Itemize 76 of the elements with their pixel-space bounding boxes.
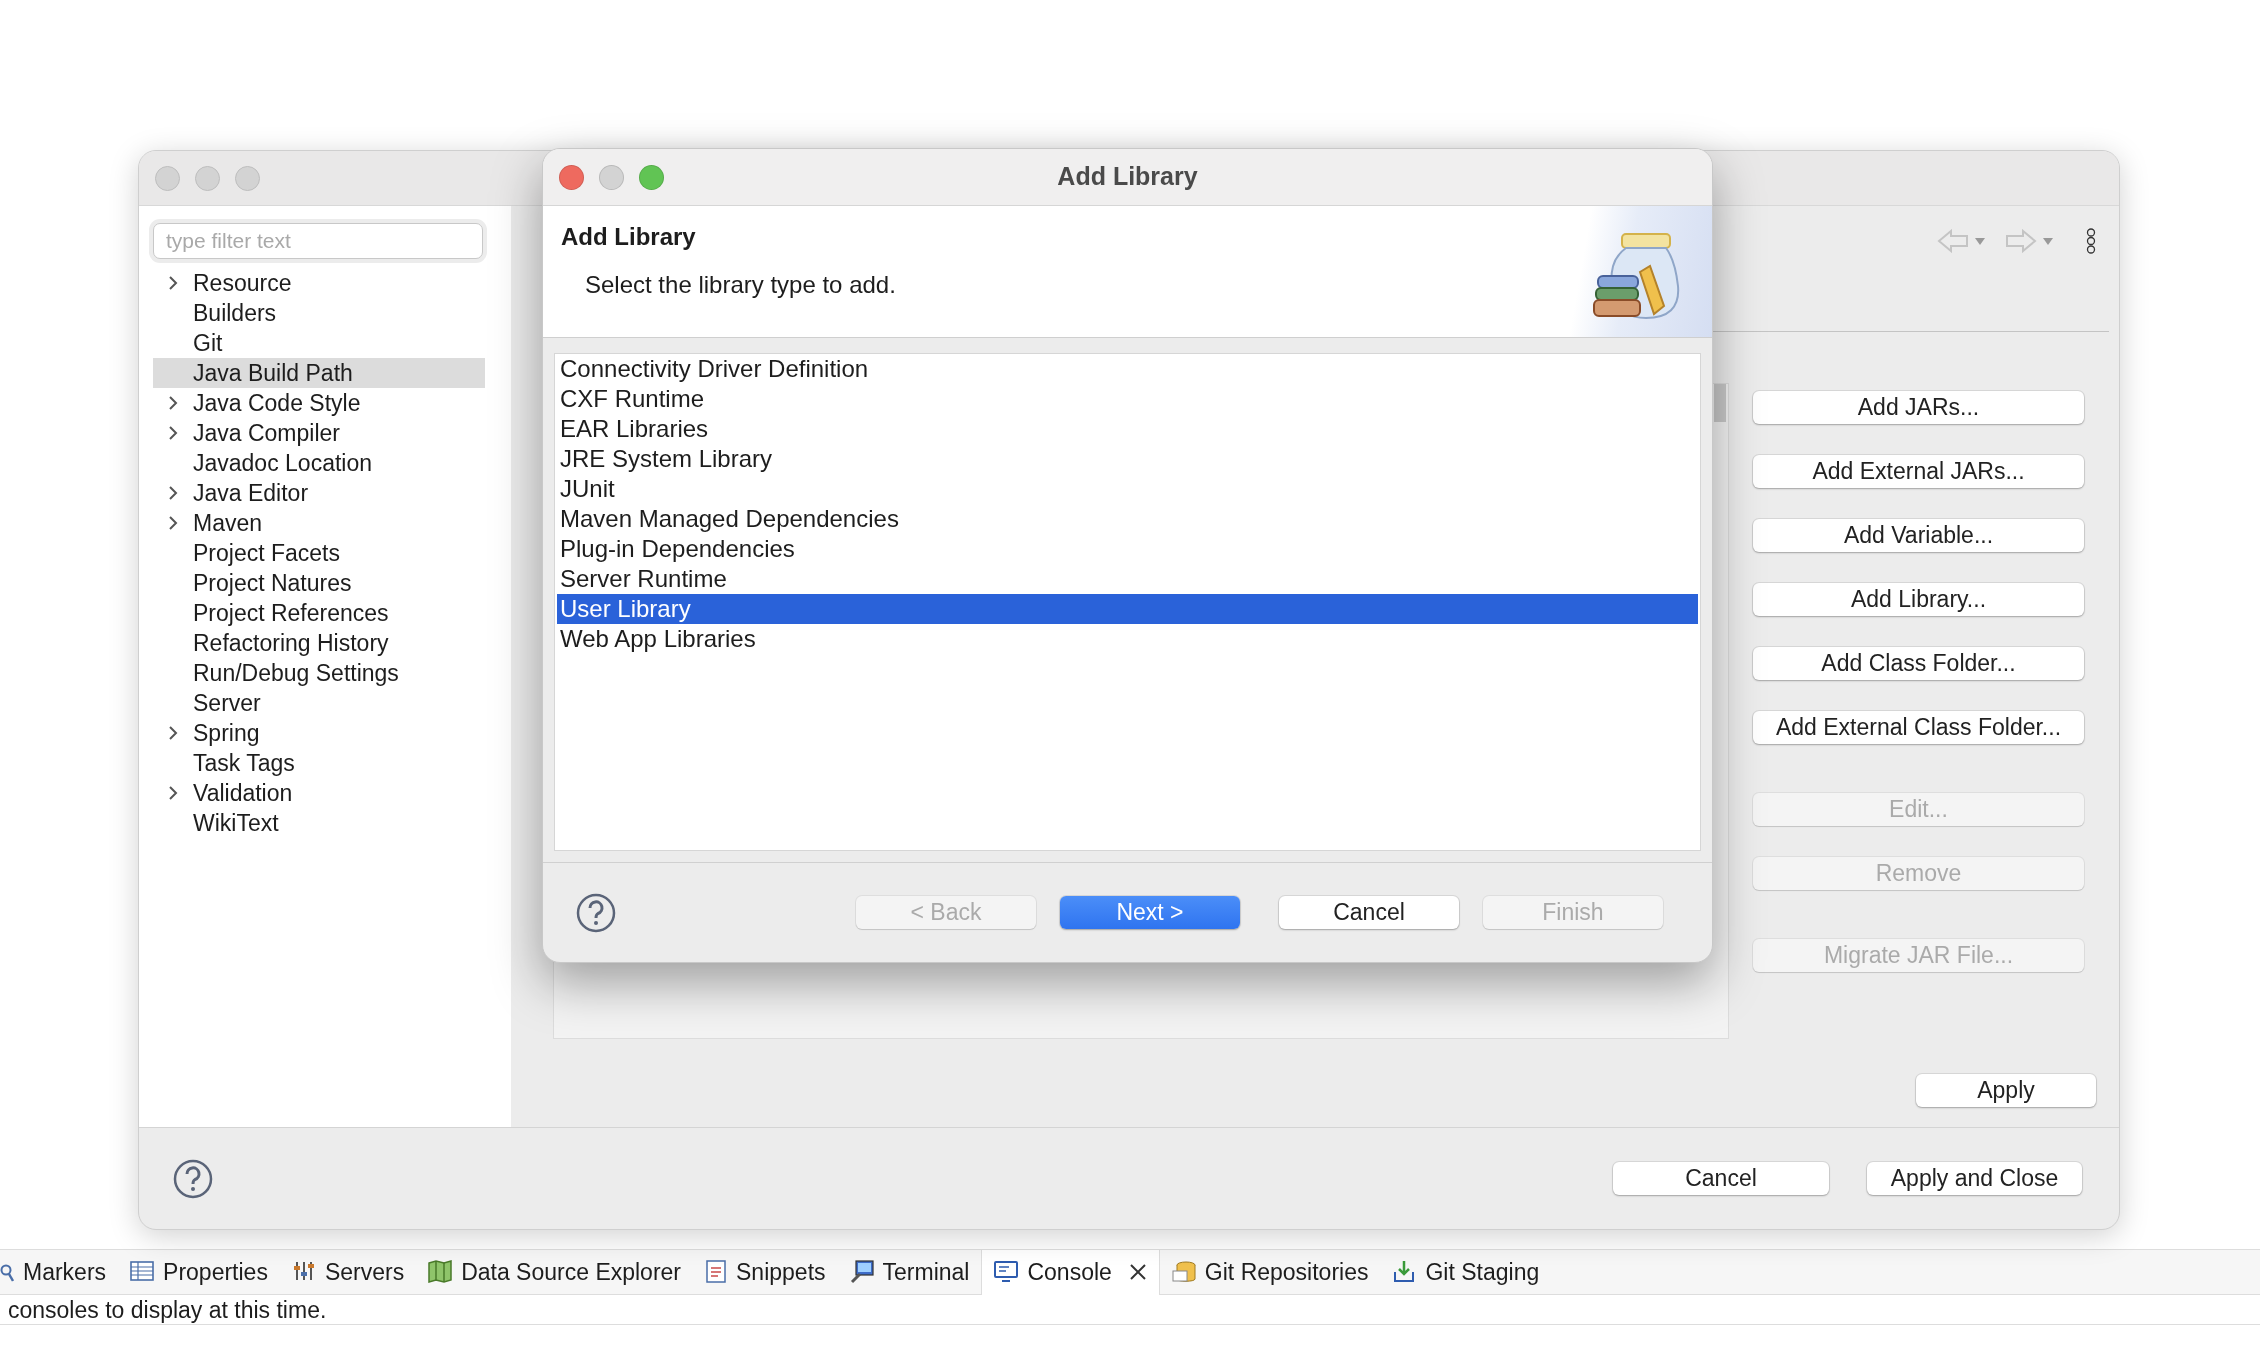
side-button[interactable]: Add External Class Folder... [1753, 711, 2084, 744]
filter-field[interactable]: type filter text [153, 223, 483, 259]
tree-item[interactable]: Project Natures [153, 568, 485, 598]
list-item[interactable]: Maven Managed Dependencies [557, 504, 1698, 534]
list-item[interactable]: Web App Libraries [557, 624, 1698, 654]
menu-icon[interactable] [2085, 228, 2097, 254]
apply-and-close-button[interactable]: Apply and Close [1867, 1162, 2082, 1195]
cancel-button[interactable]: Cancel [1613, 1162, 1829, 1195]
tree-item[interactable]: Project Facets [153, 538, 485, 568]
list-item[interactable]: CXF Runtime [557, 384, 1698, 414]
help-icon[interactable] [576, 892, 616, 933]
document-icon [705, 1260, 728, 1284]
tree-item[interactable]: Java Code Style [153, 388, 485, 418]
tree-item[interactable]: Java Editor [153, 478, 485, 508]
list-item[interactable]: EAR Libraries [557, 414, 1698, 444]
view-tab[interactable]: Snippets [693, 1249, 838, 1295]
dialog-description: Select the library type to add. [585, 270, 896, 300]
view-tab[interactable]: Markers [0, 1249, 119, 1295]
list-item[interactable]: Connectivity Driver Definition [557, 354, 1698, 384]
tree-item[interactable]: Refactoring History [153, 628, 485, 658]
database-icon [1171, 1260, 1196, 1284]
tree-item[interactable]: Java Compiler [153, 418, 485, 448]
books-jar-icon [1592, 232, 1682, 322]
side-button[interactable]: Add JARs... [1753, 391, 2084, 424]
tree-item[interactable]: Validation [153, 778, 485, 808]
view-tab[interactable]: Data Source Explorer [416, 1249, 694, 1295]
list-item[interactable]: Plug-in Dependencies [557, 534, 1698, 564]
view-tab[interactable]: Console [981, 1249, 1160, 1295]
terminal-icon [849, 1260, 874, 1284]
list-item[interactable]: Server Runtime [557, 564, 1698, 594]
monitor-icon [994, 1260, 1019, 1284]
magnifier-icon [0, 1262, 14, 1282]
tree-item[interactable]: Server [153, 688, 485, 718]
apply-button[interactable]: Apply [1916, 1074, 2096, 1107]
view-tab[interactable]: Terminal [837, 1249, 982, 1295]
tree-item[interactable]: WikiText [153, 808, 485, 838]
side-button[interactable]: Add Library... [1753, 583, 2084, 616]
close-icon[interactable] [1128, 1263, 1147, 1281]
tree-item[interactable]: Builders [153, 298, 485, 328]
view-tab[interactable]: Git Staging [1380, 1249, 1552, 1295]
list-item[interactable]: JUnit [557, 474, 1698, 504]
map-icon [428, 1260, 453, 1284]
chevron-right-icon[interactable] [168, 485, 178, 501]
view-tab[interactable]: Properties [118, 1249, 280, 1295]
dialog-title: Add Library [1056, 161, 1199, 193]
view-tab[interactable]: Servers [279, 1249, 417, 1295]
close-button[interactable] [559, 164, 584, 190]
list-item[interactable]: User Library [557, 594, 1698, 624]
side-button[interactable]: Add Variable... [1753, 519, 2084, 552]
dialog-heading: Add Library [561, 222, 697, 252]
tree-item[interactable]: Task Tags [153, 748, 485, 778]
console-message: consoles to display at this time. [0, 1295, 2260, 1325]
chevron-right-icon[interactable] [168, 395, 178, 411]
chevron-right-icon[interactable] [168, 725, 178, 741]
chevron-right-icon[interactable] [168, 425, 178, 441]
tree-item[interactable]: Javadoc Location [153, 448, 485, 478]
view-tab[interactable]: Git Repositories [1159, 1249, 1381, 1295]
list-item[interactable]: JRE System Library [557, 444, 1698, 474]
side-button[interactable]: Add Class Folder... [1753, 647, 2084, 680]
help-icon[interactable] [173, 1158, 213, 1199]
tree-item[interactable]: Spring [153, 718, 485, 748]
chevron-right-icon[interactable] [168, 785, 178, 801]
scrollbar-thumb[interactable] [1714, 384, 1726, 422]
tree-item[interactable]: Project References [153, 598, 485, 628]
tree-item[interactable]: Java Build Path [153, 358, 485, 388]
cancel-button[interactable]: Cancel [1279, 896, 1459, 929]
chevron-right-icon[interactable] [168, 515, 178, 531]
chevron-right-icon[interactable] [168, 275, 178, 291]
side-button[interactable]: Add External JARs... [1753, 455, 2084, 488]
tree-item[interactable]: Maven [153, 508, 485, 538]
table-icon [130, 1260, 155, 1284]
tree-item[interactable]: Run/Debug Settings [153, 658, 485, 688]
tree-item[interactable]: Resource [153, 268, 485, 298]
download-tray-icon [1392, 1260, 1417, 1284]
next-button[interactable]: Next > [1060, 896, 1240, 929]
tree-item[interactable]: Git [153, 328, 485, 358]
